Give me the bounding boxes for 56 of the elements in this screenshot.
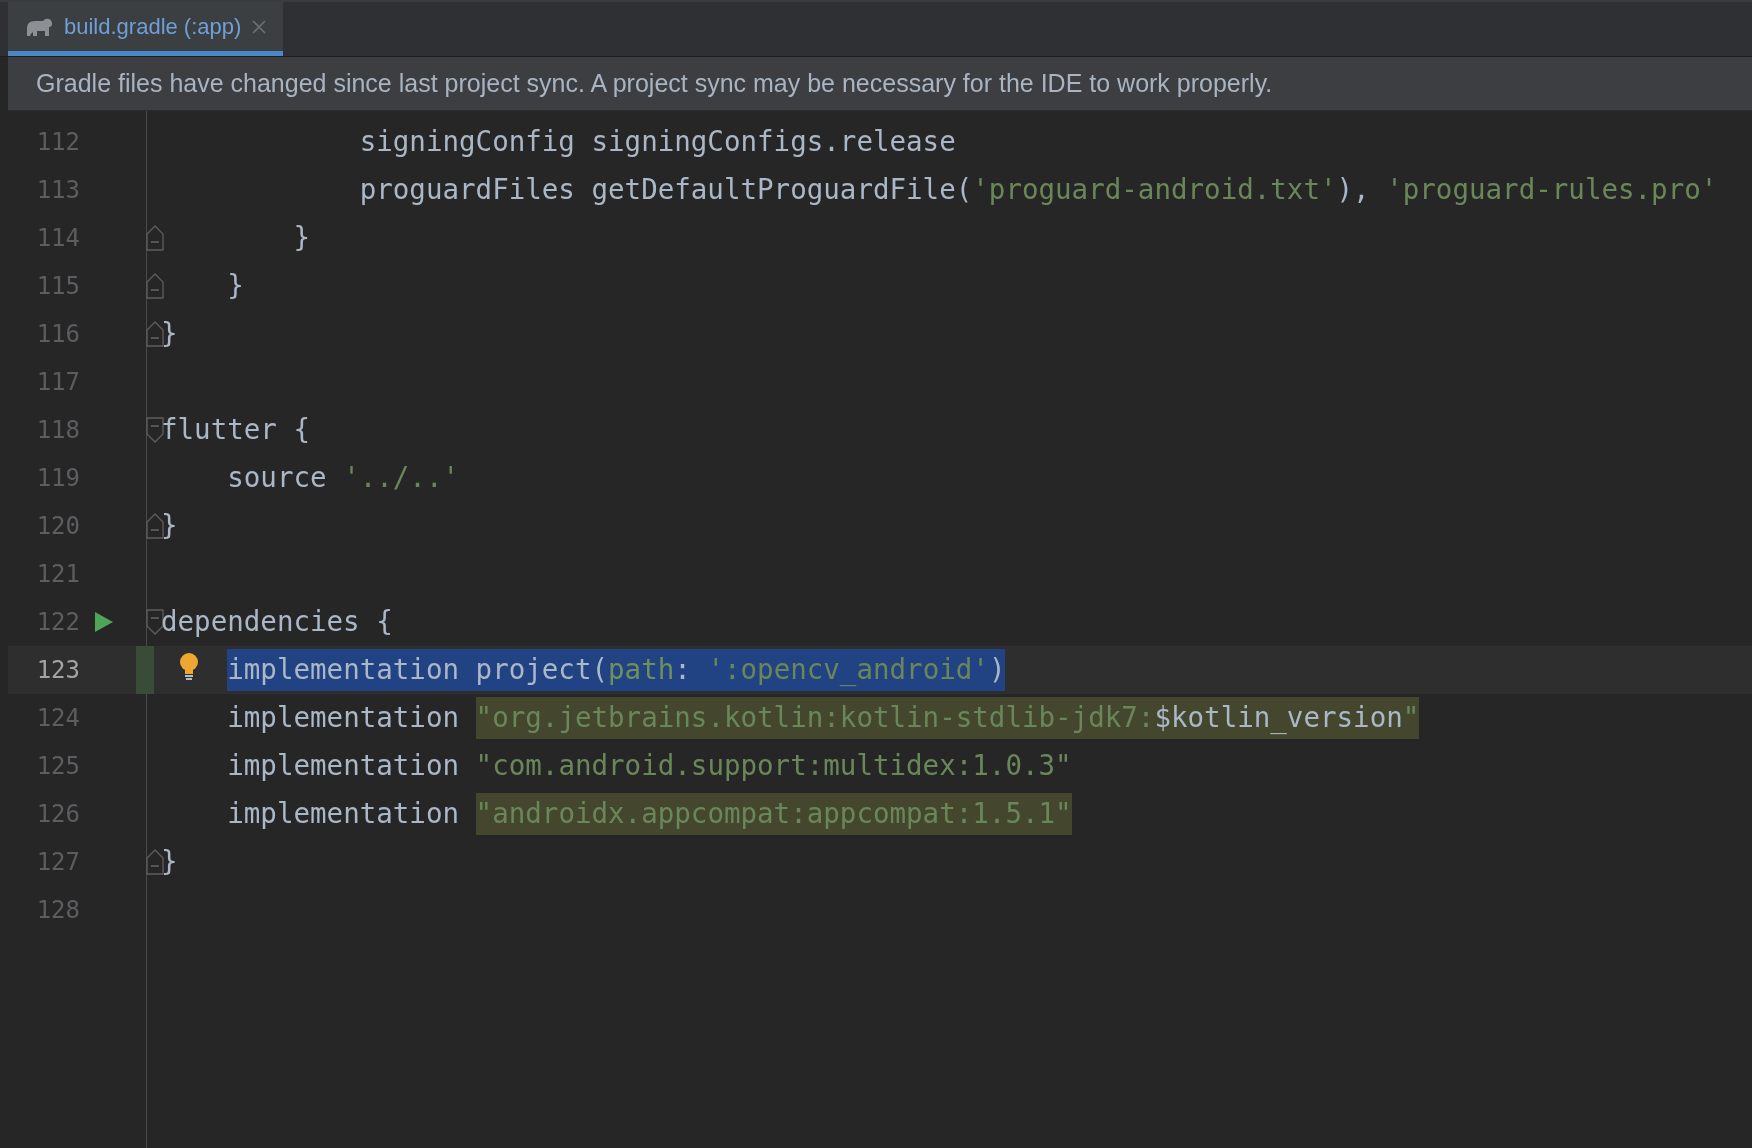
line-number: 128 <box>35 895 80 926</box>
line-number: 120 <box>35 511 80 542</box>
code-text: implementation <box>227 700 461 736</box>
code-text: } <box>227 268 244 304</box>
code-text: source <box>227 460 328 496</box>
file-tab[interactable]: build.gradle (:app) <box>8 2 284 56</box>
line-number: 127 <box>35 847 80 878</box>
code-text: implementation project( <box>227 652 609 688</box>
line-number: 115 <box>35 271 80 302</box>
line-number: 119 <box>35 463 80 494</box>
line-number: 121 <box>35 559 80 590</box>
string-literal: " <box>1402 700 1420 736</box>
code-text: } <box>293 220 310 256</box>
fold-icon[interactable] <box>146 513 164 539</box>
code-text: $kotlin_version <box>1154 700 1403 736</box>
line-number: 113 <box>35 175 80 206</box>
line-number: 116 <box>35 319 80 350</box>
string-literal: "com.android.support:multidex:1.0.3" <box>475 748 1072 784</box>
line-number: 117 <box>35 367 80 398</box>
fold-icon[interactable] <box>146 321 164 347</box>
code-text: } <box>161 844 178 880</box>
code-text: ), <box>1336 172 1371 208</box>
code-text: implementation <box>227 796 461 832</box>
code-text: } <box>161 508 178 544</box>
fold-icon[interactable] <box>146 273 164 299</box>
line-number: 126 <box>35 799 80 830</box>
string-literal: "org.jetbrains.kotlin:kotlin-stdlib-jdk7: <box>475 700 1155 736</box>
lightbulb-icon[interactable] <box>179 652 199 682</box>
run-icon[interactable] <box>94 611 114 633</box>
line-number: 114 <box>35 223 80 254</box>
fold-icon[interactable] <box>146 225 164 251</box>
code-text: implementation <box>227 748 461 784</box>
code-text: } <box>161 316 178 352</box>
code-text: flutter { <box>161 412 310 448</box>
line-number: 118 <box>35 415 80 446</box>
line-number: 112 <box>35 127 80 158</box>
fold-icon[interactable] <box>146 849 164 875</box>
string-literal: ':opencv_android' <box>707 652 989 688</box>
code-text: proguardFiles getDefaultProguardFile( <box>359 172 973 208</box>
string-literal: 'proguard-android.txt' <box>972 172 1337 208</box>
fold-icon[interactable] <box>146 609 164 635</box>
line-number: 124 <box>35 703 80 734</box>
code-text: ) <box>988 652 1006 688</box>
line-number: 123 <box>35 655 80 686</box>
string-literal: "androidx.appcompat:appcompat:1.5.1" <box>475 796 1072 832</box>
code-text: signingConfig signingConfigs.release <box>359 124 956 160</box>
code-text: dependencies { <box>161 604 393 640</box>
string-literal: '../..' <box>343 460 460 496</box>
code-text: : <box>674 652 692 688</box>
line-number: 125 <box>35 751 80 782</box>
code-text: path <box>608 652 675 688</box>
string-literal: 'proguard-rules.pro' <box>1386 172 1718 208</box>
close-icon[interactable] <box>251 18 268 35</box>
fold-icon[interactable] <box>146 417 164 443</box>
line-number: 122 <box>35 607 80 638</box>
banner-text: Gradle files have changed since last project sync. A project sync may be necessary for the IDE to work properly. <box>36 67 1273 99</box>
